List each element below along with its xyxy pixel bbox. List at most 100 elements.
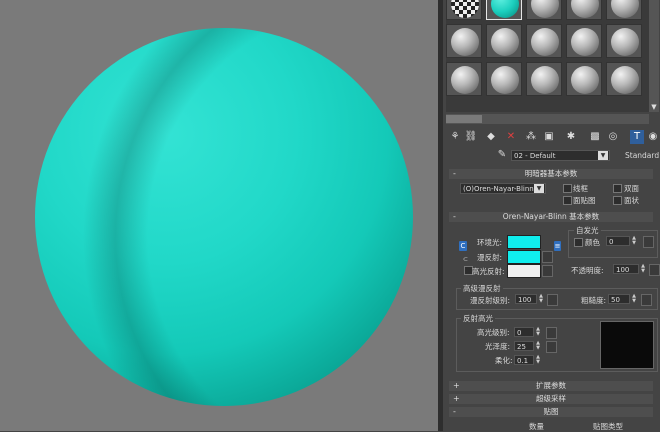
diffuse-label: 漫反射: xyxy=(477,253,503,262)
material-name: 02 - Default xyxy=(514,152,556,160)
sample-slot[interactable] xyxy=(566,0,602,20)
specular-color-swatch[interactable] xyxy=(507,264,541,278)
sample-slot[interactable] xyxy=(606,0,642,20)
eyedropper-icon[interactable]: ✎ xyxy=(495,148,509,162)
glossiness-label: 光泽度: xyxy=(485,342,511,351)
sample-slots xyxy=(446,0,649,112)
rollout-supersampling[interactable]: + 超级采样 xyxy=(449,394,653,404)
reset-icon[interactable]: ✕ xyxy=(504,130,518,144)
ambient-color-swatch[interactable] xyxy=(507,235,541,249)
sample-slot[interactable] xyxy=(526,24,562,58)
lock-ambient-diffuse-icon[interactable]: C xyxy=(459,241,467,251)
self-illum-title: 自发光 xyxy=(574,225,601,236)
assign-icon[interactable]: ◆ xyxy=(484,130,498,144)
spinner-arrows-icon[interactable]: ▲ ▼ xyxy=(640,264,646,274)
self-illum-spinner[interactable]: 0 xyxy=(606,236,630,246)
expand-icon: + xyxy=(453,381,460,390)
go-sibling-icon[interactable]: ◉ xyxy=(646,130,660,144)
sample-slot-active[interactable] xyxy=(486,0,522,20)
spinner-arrows-icon[interactable]: ▲ ▼ xyxy=(535,327,541,337)
spinner-arrows-icon[interactable]: ▲ ▼ xyxy=(535,341,541,351)
material-name-dropdown[interactable]: 02 - Default ▼ xyxy=(511,150,610,161)
sample-slot[interactable] xyxy=(446,0,482,20)
sample-slot[interactable] xyxy=(446,62,482,96)
self-illum-color-checkbox[interactable] xyxy=(574,238,583,247)
wire-label: 线框 xyxy=(573,184,588,193)
put-library-icon[interactable]: ▣ xyxy=(542,130,556,144)
material-toolbar: ⚘ ⛓ ◆ ✕ ⁂ ▣ ✱ ▩ ◎ T ◉ xyxy=(446,128,658,148)
sample-slot[interactable] xyxy=(566,24,602,58)
material-type-button[interactable]: Standard xyxy=(625,151,659,160)
material-name-row: ✎ 02 - Default ▼ Standard xyxy=(443,148,660,162)
rollout-shader-basic[interactable]: - 明暗器基本参数 xyxy=(449,169,653,179)
material-sphere xyxy=(35,28,413,406)
soften-spinner[interactable]: 0.1 xyxy=(514,355,534,365)
sample-slot[interactable] xyxy=(486,62,522,96)
roughness-label: 粗糙度: xyxy=(581,296,607,305)
diffuse-color-swatch[interactable] xyxy=(507,250,541,264)
self-illum-map-button[interactable] xyxy=(643,236,654,248)
maps-type-header: 贴图类型 xyxy=(593,422,623,431)
rollout-extended[interactable]: + 扩展参数 xyxy=(449,381,653,391)
show-end-result-icon[interactable]: ◎ xyxy=(606,130,620,144)
sample-slot[interactable] xyxy=(446,24,482,58)
faceted-checkbox[interactable] xyxy=(613,196,622,205)
go-parent-icon[interactable]: T xyxy=(630,130,644,144)
sample-slot[interactable] xyxy=(526,62,562,96)
shader-type-dropdown[interactable]: (O)Oren-Nayar-Blinn ▼ xyxy=(460,183,546,194)
get-material-icon[interactable]: ⚘ xyxy=(448,130,462,144)
lock-map-icon[interactable]: ≡ xyxy=(554,241,561,251)
glossiness-map-button[interactable] xyxy=(546,341,557,353)
effects-channel-icon[interactable]: ✱ xyxy=(564,130,578,144)
specular-highlights-title: 反射高光 xyxy=(461,313,495,324)
scrollbar-thumb[interactable] xyxy=(446,115,482,123)
diffuse-level-spinner[interactable]: 100 xyxy=(515,294,537,304)
diffuse-level-map-button[interactable] xyxy=(547,294,558,306)
sample-slot[interactable] xyxy=(486,24,522,58)
collapse-icon: - xyxy=(453,212,456,221)
sample-slot[interactable] xyxy=(606,24,642,58)
sample-slot[interactable] xyxy=(606,62,642,96)
slots-vertical-scrollbar[interactable]: ▼ xyxy=(649,0,659,112)
specular-level-label: 高光级别: xyxy=(477,328,510,337)
wire-checkbox[interactable] xyxy=(563,184,572,193)
ambient-label: 环境光: xyxy=(477,238,503,247)
make-unique-icon[interactable]: ⁂ xyxy=(524,130,538,144)
roughness-spinner[interactable]: 50 xyxy=(608,294,630,304)
put-to-scene-icon[interactable]: ⛓ xyxy=(464,130,478,144)
two-sided-checkbox[interactable] xyxy=(613,184,622,193)
spinner-arrows-icon[interactable]: ▲ ▼ xyxy=(631,294,637,304)
slots-horizontal-scrollbar[interactable] xyxy=(446,114,649,124)
specular-label: 高光反射: xyxy=(472,267,505,276)
rollout-onb-basic[interactable]: - Oren-Nayar-Blinn 基本参数 xyxy=(449,212,653,222)
sample-slot[interactable] xyxy=(526,0,562,20)
sample-slot[interactable] xyxy=(566,62,602,96)
opacity-spinner[interactable]: 100 xyxy=(613,264,639,274)
chevron-down-icon[interactable]: ▼ xyxy=(598,151,608,160)
collapse-icon: - xyxy=(453,407,456,416)
opacity-map-button[interactable] xyxy=(649,264,660,276)
spinner-arrows-icon[interactable]: ▲ ▼ xyxy=(631,236,637,246)
advanced-diffuse-title: 高级漫反射 xyxy=(461,283,503,294)
specular-map-button[interactable] xyxy=(542,265,553,277)
chevron-down-icon[interactable]: ▼ xyxy=(649,102,659,112)
specular-level-map-button[interactable] xyxy=(546,327,557,339)
roughness-map-button[interactable] xyxy=(641,294,652,306)
viewport[interactable] xyxy=(0,0,438,431)
diffuse-map-button[interactable] xyxy=(542,251,553,263)
specular-level-spinner[interactable]: 0 xyxy=(514,327,534,337)
maps-amount-header: 数量 xyxy=(529,422,544,431)
link-icon: ⊂ xyxy=(463,256,469,263)
two-sided-label: 双面 xyxy=(624,184,639,193)
face-map-label: 面贴图 xyxy=(573,196,596,205)
face-map-checkbox[interactable] xyxy=(563,196,572,205)
glossiness-spinner[interactable]: 25 xyxy=(514,341,534,351)
material-editor-panel: ▼ ⚘ ⛓ ◆ ✕ ⁂ ▣ ✱ ▩ ◎ T ◉ ✎ 02 - Default ▼… xyxy=(443,0,660,431)
opacity-label: 不透明度: xyxy=(571,266,604,275)
spinner-arrows-icon[interactable]: ▲ ▼ xyxy=(535,355,541,365)
chevron-down-icon[interactable]: ▼ xyxy=(534,184,544,193)
spinner-arrows-icon[interactable]: ▲ ▼ xyxy=(538,294,544,304)
show-map-icon[interactable]: ▩ xyxy=(588,130,602,144)
soften-label: 柔化: xyxy=(495,356,513,365)
rollout-maps[interactable]: - 贴图 xyxy=(449,407,653,417)
